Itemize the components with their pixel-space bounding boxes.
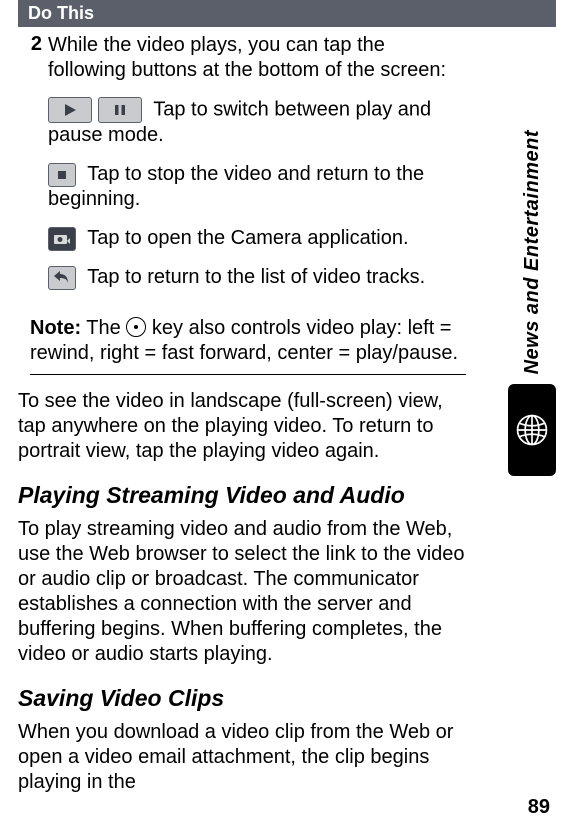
camera-icon-wrap bbox=[48, 227, 76, 251]
saving-heading: Saving Video Clips bbox=[18, 685, 556, 712]
note-before: The bbox=[81, 317, 126, 339]
stop-icon bbox=[48, 163, 76, 187]
page: Do This 2 While the video plays, you can… bbox=[0, 0, 582, 835]
do-this-header: Do This bbox=[18, 0, 556, 27]
streaming-body: To play streaming video and audio from t… bbox=[18, 517, 556, 667]
dpad-icon bbox=[126, 317, 146, 337]
camera-row: Tap to open the Camera application. bbox=[48, 226, 466, 251]
camera-text: Tap to open the Camera application. bbox=[87, 227, 408, 249]
play-pause-row: Tap to switch between play and pause mod… bbox=[48, 97, 466, 148]
pause-icon bbox=[98, 97, 142, 123]
play-icon bbox=[48, 97, 92, 123]
step-number: 2 bbox=[18, 33, 48, 304]
stop-text: Tap to stop the video and return to the … bbox=[48, 163, 424, 210]
step-body: While the video plays, you can tap the f… bbox=[48, 33, 556, 304]
stop-icon-wrap bbox=[48, 163, 76, 187]
return-row: Tap to return to the list of video track… bbox=[48, 265, 466, 290]
streaming-heading: Playing Streaming Video and Audio bbox=[18, 482, 556, 509]
sidebar: News and Entertainment bbox=[508, 130, 556, 476]
return-icon-wrap bbox=[48, 266, 76, 290]
sidebar-tab bbox=[508, 384, 556, 476]
note-label: Note: bbox=[30, 317, 81, 339]
globe-icon bbox=[515, 413, 549, 447]
stop-row: Tap to stop the video and return to the … bbox=[48, 162, 466, 212]
page-number: 89 bbox=[528, 796, 550, 819]
camera-icon bbox=[48, 227, 76, 251]
return-icon bbox=[48, 266, 76, 290]
note-box: Note: The key also controls video play: … bbox=[30, 310, 466, 375]
return-text: Tap to return to the list of video track… bbox=[87, 266, 425, 288]
step-row: 2 While the video plays, you can tap the… bbox=[18, 33, 556, 304]
sidebar-label: News and Entertainment bbox=[521, 130, 544, 374]
landscape-paragraph: To see the video in landscape (full-scre… bbox=[18, 389, 556, 464]
step-intro: While the video plays, you can tap the f… bbox=[48, 33, 466, 83]
play-pause-icons bbox=[48, 97, 142, 123]
saving-body: When you download a video clip from the … bbox=[18, 720, 556, 795]
